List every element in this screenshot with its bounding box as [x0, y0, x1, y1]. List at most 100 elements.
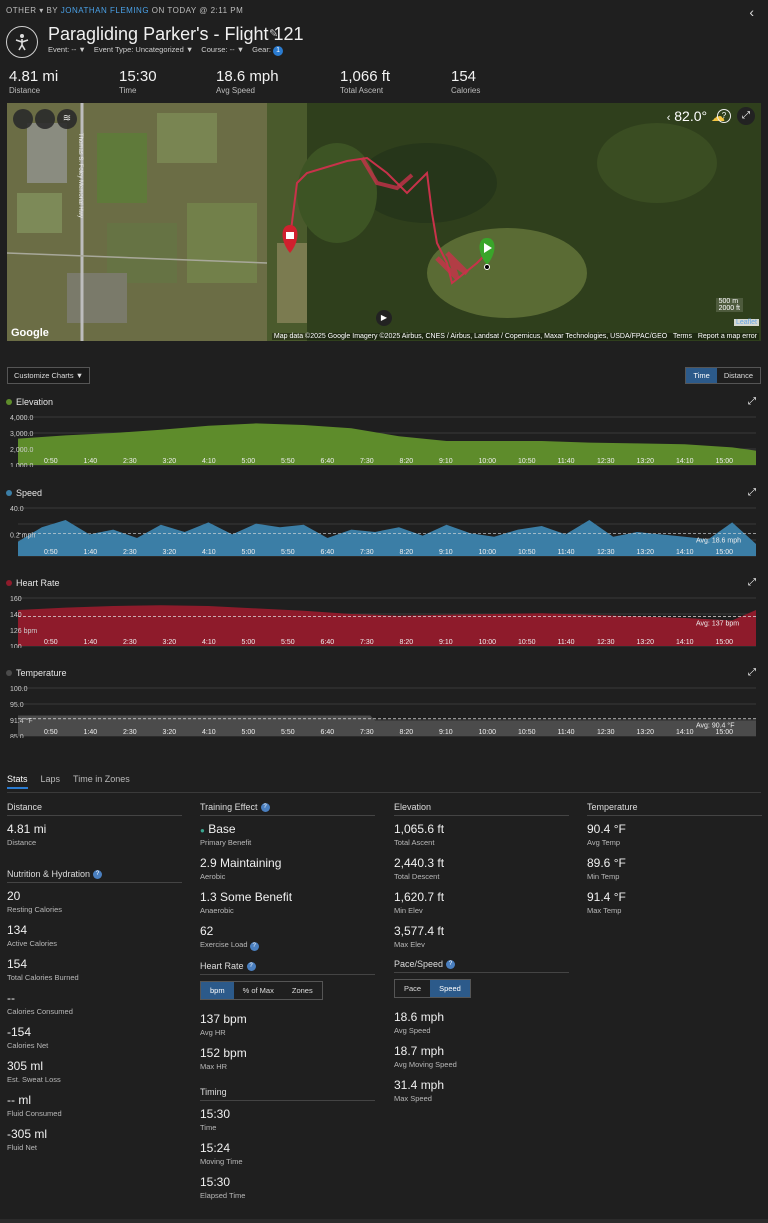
x-tick-label: 15:00 — [716, 729, 734, 736]
x-axis-toggle[interactable]: Time Distance — [685, 367, 761, 384]
chevron-left-icon[interactable]: ‹ — [667, 112, 671, 124]
x-tick-label: 4:10 — [202, 639, 216, 646]
stat-item: 305 ml Est. Sweat Loss — [7, 1059, 61, 1084]
y-tick-label: 1,000.0 — [10, 463, 33, 467]
x-tick-label: 4:10 — [202, 458, 216, 465]
distance-toggle[interactable]: Distance — [717, 368, 760, 383]
x-tick-label: 14:10 — [676, 639, 694, 646]
y-tick-label: 0.2 mph — [10, 532, 35, 539]
speed-chart[interactable]: Avg: 18.6 mph 40.0 0.2 mph 0:50 1:40 2:30 3:20… — [0, 504, 768, 558]
x-tick-label: 10:00 — [479, 729, 497, 736]
expand-icon[interactable]: ⤢ — [748, 577, 756, 588]
hr-percent-max-tab[interactable]: % of Max — [234, 982, 283, 999]
stat-item: 134 Active Calories — [7, 923, 58, 948]
stat-item: 2.9 Maintaining Aerobic — [200, 856, 282, 881]
stat-item: 31.4 mph Max Speed — [394, 1078, 445, 1103]
y-tick-label: 3,000.0 — [10, 431, 33, 438]
activity-category[interactable]: OTHER — [6, 6, 37, 15]
expand-icon[interactable]: ⤢ — [748, 667, 756, 678]
x-tick-label: 10:00 — [479, 639, 497, 646]
layers-icon[interactable]: ≋ — [57, 109, 77, 129]
x-tick-label: 6:40 — [321, 729, 335, 736]
y-tick-label: 40.0 — [10, 506, 24, 513]
help-icon[interactable]: ? — [249, 942, 259, 951]
pace-tab[interactable]: Pace — [395, 980, 430, 997]
terms-link[interactable]: Terms — [673, 333, 692, 340]
x-tick-label: 5:50 — [281, 639, 295, 646]
event-dropdown[interactable]: Event: -- ▼ — [48, 45, 86, 56]
map-zoom-out-button[interactable] — [35, 109, 55, 129]
temperature-chart[interactable]: Avg: 90.4 °F100.095.091.4 °F85.00:50 1:40… — [0, 684, 768, 738]
x-tick-label: 1:40 — [84, 729, 98, 736]
y-tick-label: 95.0 — [10, 702, 24, 709]
stat-item: -154 Calories Net — [7, 1025, 49, 1050]
x-tick-label: 10:50 — [518, 549, 536, 556]
time-toggle[interactable]: Time — [686, 368, 717, 383]
x-tick-label: 2:30 — [123, 458, 137, 465]
y-tick-label: 4,000.0 — [10, 415, 33, 422]
x-tick-label: 3:20 — [163, 729, 177, 736]
x-tick-label: 1:40 — [84, 639, 98, 646]
chevron-left-icon[interactable]: ‹ — [749, 4, 754, 20]
tab-time-in-zones[interactable]: Time in Zones — [73, 774, 130, 789]
x-tick-label: 4:10 — [202, 729, 216, 736]
speed-tab[interactable]: Speed — [430, 980, 470, 997]
y-tick-label: 85.0 — [10, 734, 24, 738]
stats-column-2: Training Effect ? ● Base Primary Benefit … — [200, 802, 375, 1209]
expand-icon[interactable]: ⤢ — [737, 107, 755, 125]
map-scale: 500 m 2000 ft — [715, 298, 743, 312]
summary-avg-speed: 18.6 mph Avg Speed — [216, 68, 279, 95]
summary-time: 15:30 Time — [119, 68, 157, 95]
stat-item: ● Base Primary Benefit — [200, 822, 252, 847]
gear-selector[interactable]: Gear: 1 — [252, 45, 284, 56]
nutrition-section-title: Nutrition & Hydration ? — [7, 869, 182, 883]
x-tick-label: 6:40 — [321, 549, 335, 556]
stat-item: 1,065.6 ft Total Ascent — [394, 822, 445, 847]
hr-bpm-tab[interactable]: bpm — [201, 982, 234, 999]
x-tick-label: 14:10 — [676, 729, 694, 736]
activity-title[interactable]: Paragliding Parker's - Flight 121 — [48, 24, 304, 45]
stat-item: 91.4 °F Max Temp — [587, 890, 626, 915]
expand-icon[interactable]: ⤢ — [748, 487, 756, 498]
help-icon[interactable]: ? — [717, 109, 731, 123]
x-tick-label: 6:40 — [321, 458, 335, 465]
elevation-chart[interactable]: 4,000.0 3,000.0 2,000.0 1,000.0 0:50 1:40 2:30… — [0, 413, 768, 467]
tab-laps[interactable]: Laps — [41, 774, 61, 789]
x-tick-label: 12:30 — [597, 549, 615, 556]
x-tick-label: 8:20 — [400, 458, 414, 465]
stats-column-1: Distance 4.81 mi Distance Nutrition & Hyd… — [7, 802, 182, 1161]
map-zoom-in-button[interactable] — [13, 109, 33, 129]
by-prefix: BY — [46, 6, 58, 15]
report-map-error-link[interactable]: Report a map error — [698, 333, 757, 340]
x-tick-label: 8:20 — [400, 639, 414, 646]
tab-stats[interactable]: Stats — [7, 774, 28, 789]
x-tick-label: 0:50 — [44, 549, 58, 556]
leaflet-link[interactable]: Leaflet — [733, 319, 759, 326]
heart-rate-chart[interactable]: Avg: 137 bpm 160 140 126 bpm 100 0:50 1:40 2:30… — [0, 594, 768, 648]
help-icon[interactable]: ? — [93, 869, 103, 879]
x-tick-label: 11:40 — [558, 639, 575, 646]
help-icon[interactable]: ? — [446, 959, 456, 969]
elevation-section-title: Elevation — [394, 802, 569, 816]
activity-map[interactable]: Thomas S. Foley Memorial Hwy ≋ ‹ 82.0° ☁… — [7, 103, 761, 341]
play-icon[interactable]: ▶ — [376, 310, 392, 326]
hr-zones-tab[interactable]: Zones — [283, 982, 322, 999]
x-tick-label: 1:40 — [84, 549, 98, 556]
x-tick-label: 13:20 — [637, 729, 655, 736]
help-icon[interactable]: ? — [246, 961, 256, 971]
course-dropdown[interactable]: Course: -- ▼ — [201, 45, 244, 56]
summary-stats: 4.81 mi Distance 15:30 Time 18.6 mph Avg Sp… — [0, 68, 768, 102]
author-link[interactable]: JONATHAN FLEMING — [61, 6, 149, 15]
stat-item: 18.7 mph Avg Moving Speed — [394, 1044, 457, 1069]
stat-item: 89.6 °F Min Temp — [587, 856, 626, 881]
customize-charts-button[interactable]: Customize Charts ▼ — [7, 367, 91, 384]
heart-rate-unit-toggle[interactable]: bpm % of Max Zones — [200, 981, 323, 1000]
speed-chart-title: Speed — [6, 488, 42, 498]
weather-temperature: 82.0° — [674, 108, 708, 124]
x-tick-label: 3:20 — [163, 549, 177, 556]
expand-icon[interactable]: ⤢ — [748, 396, 756, 407]
pace-speed-toggle[interactable]: Pace Speed — [394, 979, 471, 998]
event-type-dropdown[interactable]: Event Type: Uncategorized ▼ — [94, 45, 193, 56]
pencil-icon[interactable]: ✎ — [269, 27, 278, 40]
help-icon[interactable]: ? — [260, 802, 270, 812]
